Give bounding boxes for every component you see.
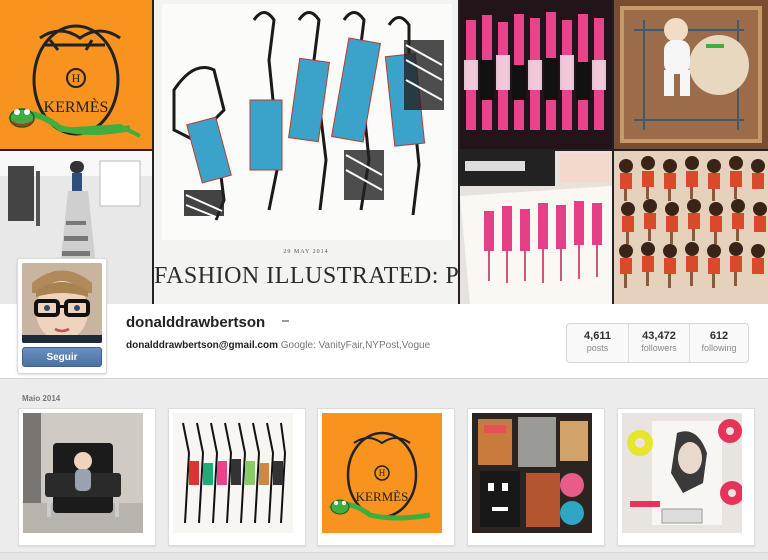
stat-followers[interactable]: 43,472 followers	[628, 324, 689, 362]
baby-chair-photo	[23, 413, 143, 533]
pink-figures-drawing	[460, 0, 612, 149]
fashion-figures-drawing	[162, 4, 452, 240]
avatar-card: Seguir	[17, 258, 107, 374]
hermes-monogram: H	[72, 71, 81, 85]
cover-photo-baby-dog[interactable]	[614, 0, 768, 149]
feed-photo-fashion-sketch[interactable]	[168, 408, 306, 546]
hermes-kermit-thumb: H KERMÈS	[322, 413, 442, 533]
profile-username: donalddrawbertson	[126, 314, 266, 331]
profile-header: Seguir donalddrawbertson donalddrawberts…	[0, 258, 768, 379]
fashion-date: 29 MAY 2014	[283, 249, 329, 255]
cover-mosaic: H KERMÈS 29 MAY 2014 FASHION ILLUSTRATED…	[0, 0, 768, 304]
dark-figures-drawing	[614, 151, 768, 304]
fashion-sketch-drawing	[173, 413, 293, 533]
profile-bio: donalddrawbertson@gmail.com Google: Vani…	[126, 340, 430, 351]
cover-photo-hermes[interactable]: H KERMÈS	[0, 0, 152, 149]
bio-text: Google: VanityFair,NYPost,Vogue	[280, 340, 431, 351]
hermes-text: KERMÈS	[44, 97, 109, 116]
hermes-kermit-drawing: H KERMÈS	[8, 24, 141, 138]
avatar[interactable]	[22, 263, 102, 343]
profile-stats: 4,611 posts 43,472 followers 612 followi…	[566, 323, 749, 363]
tape-sketch-photo	[622, 413, 742, 533]
month-label: Maio 2014	[22, 394, 61, 403]
feed-photo-tape-sketch[interactable]	[617, 408, 755, 546]
feed-photo-collage-boxes[interactable]	[467, 408, 605, 546]
avatar-photo	[22, 263, 102, 343]
stat-following[interactable]: 612 following	[689, 324, 748, 362]
cover-photo-dark-figures[interactable]	[614, 151, 768, 304]
options-dash-icon[interactable]	[282, 320, 289, 322]
cover-photo-painting-pink[interactable]	[460, 151, 612, 304]
stat-following-value: 612	[709, 330, 729, 342]
stat-followers-value: 43,472	[642, 330, 676, 342]
stat-following-label: following	[701, 343, 737, 353]
cover-photo-pink-figures[interactable]	[460, 0, 612, 149]
thumb-hermes-monogram: H	[379, 468, 386, 478]
collage-boxes-photo	[472, 413, 592, 533]
feed-photo-baby-chair[interactable]	[18, 408, 156, 546]
cover-photo-fashion-illustrated[interactable]: 29 MAY 2014 FASHION ILLUSTRATED: PETIT D…	[154, 0, 458, 304]
fashion-title: FASHION ILLUSTRATED: PETIT DEJEUNER	[154, 263, 458, 289]
bio-email[interactable]: donalddrawbertson@gmail.com	[126, 340, 278, 351]
feed-photo-hermes-kermit[interactable]: H KERMÈS	[317, 408, 455, 546]
stat-posts[interactable]: 4,611 posts	[567, 324, 628, 362]
follow-button[interactable]: Seguir	[22, 347, 102, 367]
stat-followers-label: followers	[641, 343, 677, 353]
stat-posts-value: 4,611	[584, 330, 611, 342]
painting-photo	[460, 151, 612, 304]
thumb-hermes-text: KERMÈS	[356, 489, 409, 504]
baby-dog-photo	[614, 0, 768, 149]
stat-posts-label: posts	[586, 343, 609, 353]
